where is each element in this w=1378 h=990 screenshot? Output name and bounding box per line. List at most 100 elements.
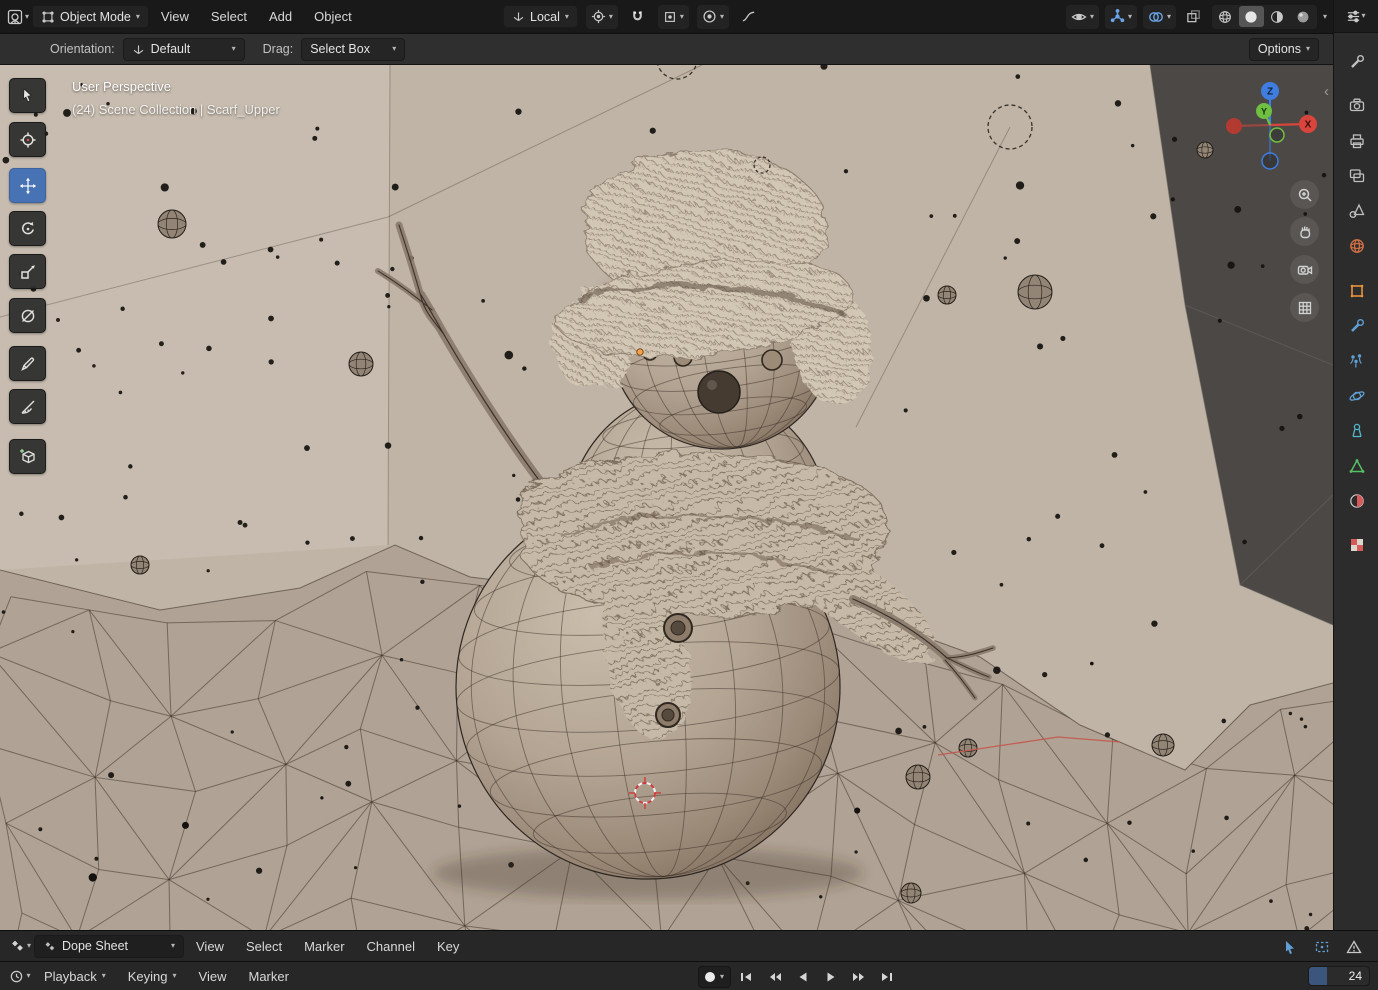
next-keyframe-button[interactable] (846, 966, 871, 988)
gizmo-y-label: Y (1261, 107, 1267, 117)
gizmo-y-negative[interactable] (1269, 127, 1285, 143)
menu-add[interactable]: Add (259, 0, 302, 33)
proportional-editing-dropdown[interactable]: ▾ (696, 4, 729, 29)
keying-menu[interactable]: Keying ▾ (118, 962, 187, 990)
tool-cursor-button[interactable] (9, 122, 46, 157)
menu-object[interactable]: Object (304, 0, 362, 33)
timeline-menu-marker[interactable]: Marker (238, 962, 298, 990)
shading-solid-button[interactable] (1238, 6, 1264, 27)
previous-keyframe-button[interactable] (762, 966, 787, 988)
auto-keying-button[interactable]: ▾ (698, 965, 732, 988)
caret-icon: ▾ (24, 11, 29, 21)
tab-object[interactable] (1342, 276, 1371, 305)
shading-rendered-button[interactable] (1291, 6, 1316, 27)
tab-tool[interactable] (1342, 47, 1371, 76)
visibility-dropdown[interactable]: ▾ (1065, 4, 1099, 29)
proportional-falloff-button[interactable] (737, 5, 761, 29)
move-icon (19, 177, 36, 194)
orientation-default-dropdown[interactable]: Default ▾ (122, 37, 245, 61)
dope-menu-marker[interactable]: Marker (294, 931, 354, 961)
current-frame-field[interactable]: 24 (1308, 966, 1370, 986)
tab-modifiers[interactable] (1342, 311, 1371, 340)
tab-material[interactable] (1342, 486, 1371, 515)
tool-add-cube-button[interactable] (9, 439, 46, 474)
xray-toggle-button[interactable] (1182, 5, 1206, 29)
play-reverse-button[interactable] (790, 966, 815, 988)
tab-constraints[interactable] (1342, 416, 1371, 445)
tool-annotate-button[interactable] (9, 346, 46, 381)
caret-icon: ▾ (720, 971, 725, 981)
timeline-editor-type-button[interactable]: ▾ (8, 964, 32, 988)
xray-icon (1187, 10, 1201, 23)
jump-to-start-button[interactable] (734, 966, 759, 988)
shading-wireframe-button[interactable] (1213, 6, 1238, 27)
caret-icon: ▾ (172, 971, 177, 980)
tab-output[interactable] (1342, 126, 1371, 155)
playback-menu[interactable]: Playback ▾ (34, 962, 116, 990)
zoom-button[interactable] (1290, 180, 1319, 209)
tool-move-button[interactable] (9, 168, 46, 203)
constraints-icon (1351, 423, 1362, 437)
menu-select[interactable]: Select (201, 0, 257, 33)
tab-view-layer[interactable] (1342, 161, 1371, 190)
menu-view[interactable]: View (151, 0, 199, 33)
tab-particles[interactable] (1342, 346, 1371, 375)
viewport-3d[interactable]: User Perspective (24) Scene Collection |… (0, 65, 1333, 930)
tab-render[interactable] (1342, 90, 1371, 119)
camera-view-button[interactable] (1290, 255, 1319, 284)
dope-sheet-filters (1278, 931, 1366, 962)
tab-object-data[interactable] (1342, 451, 1371, 480)
timeline-menu-view[interactable]: View (189, 962, 237, 990)
texture-checker-icon (1350, 538, 1363, 551)
pivot-point-dropdown[interactable]: ▾ (585, 4, 618, 29)
tool-rotate-button[interactable] (9, 211, 46, 246)
snap-toggle-button[interactable] (626, 5, 650, 29)
navigation-gizmo[interactable]: Z Y X (1222, 77, 1318, 173)
dope-menu-key[interactable]: Key (427, 931, 469, 961)
viewport-canvas[interactable] (0, 65, 1333, 930)
pan-button[interactable] (1290, 217, 1319, 246)
sidebar-collapse-chevron[interactable]: ‹ (1324, 83, 1329, 100)
tool-tweak-button[interactable] (9, 78, 46, 113)
toggle-ortho-button[interactable] (1290, 293, 1319, 322)
play-button[interactable] (818, 966, 843, 988)
dope-sheet-mode-dropdown[interactable]: Dope Sheet ▾ (34, 934, 184, 958)
tab-world[interactable] (1342, 231, 1371, 260)
add-cube-icon (19, 448, 35, 463)
mode-label: Object Mode (60, 9, 131, 24)
dope-menu-channel[interactable]: Channel (357, 931, 425, 961)
caret-icon: ▾ (231, 44, 236, 53)
transform-orientation-dropdown[interactable]: Local ▾ (503, 5, 578, 28)
jump-to-end-button[interactable] (874, 966, 899, 988)
only-selected-filter-button[interactable] (1278, 935, 1302, 959)
orientation-axis-icon (513, 12, 524, 22)
editor-type-button[interactable]: ▾ (6, 5, 30, 29)
caret-icon: ▾ (101, 971, 106, 980)
dope-menu-select[interactable]: Select (236, 931, 292, 961)
keying-label: Keying (127, 968, 168, 984)
tool-measure-button[interactable] (9, 389, 46, 424)
snap-settings-dropdown[interactable]: ▾ (657, 4, 689, 29)
options-dropdown[interactable]: Options ▾ (1248, 37, 1319, 61)
mode-dropdown[interactable]: Object Mode ▾ (32, 5, 149, 28)
gizmo-z-negative[interactable] (1261, 152, 1279, 170)
tweak-cursor-icon (22, 87, 32, 102)
tab-physics[interactable] (1342, 381, 1371, 410)
overlays-dropdown[interactable]: ▾ (1142, 4, 1176, 29)
zoom-icon (1298, 188, 1312, 202)
tool-transform-button[interactable] (9, 298, 46, 333)
tab-scene[interactable] (1342, 196, 1371, 225)
shading-material-button[interactable] (1265, 6, 1290, 27)
orientation-label: Orientation: (50, 42, 115, 56)
dope-sheet-editor-type-button[interactable]: ▾ (8, 934, 32, 958)
properties-editor-type-button[interactable]: ▾ (1334, 0, 1378, 33)
tab-texture[interactable] (1342, 530, 1371, 559)
properties-sliders-icon (1348, 10, 1360, 22)
drag-mode-dropdown[interactable]: Select Box ▾ (301, 37, 406, 61)
selection-sync-button[interactable] (1310, 935, 1334, 959)
dope-menu-view[interactable]: View (186, 931, 234, 961)
gizmos-dropdown[interactable]: ▾ (1104, 4, 1137, 29)
warning-indicator[interactable] (1342, 935, 1366, 959)
gizmo-x-negative[interactable] (1226, 118, 1242, 134)
tool-scale-button[interactable] (9, 254, 46, 289)
